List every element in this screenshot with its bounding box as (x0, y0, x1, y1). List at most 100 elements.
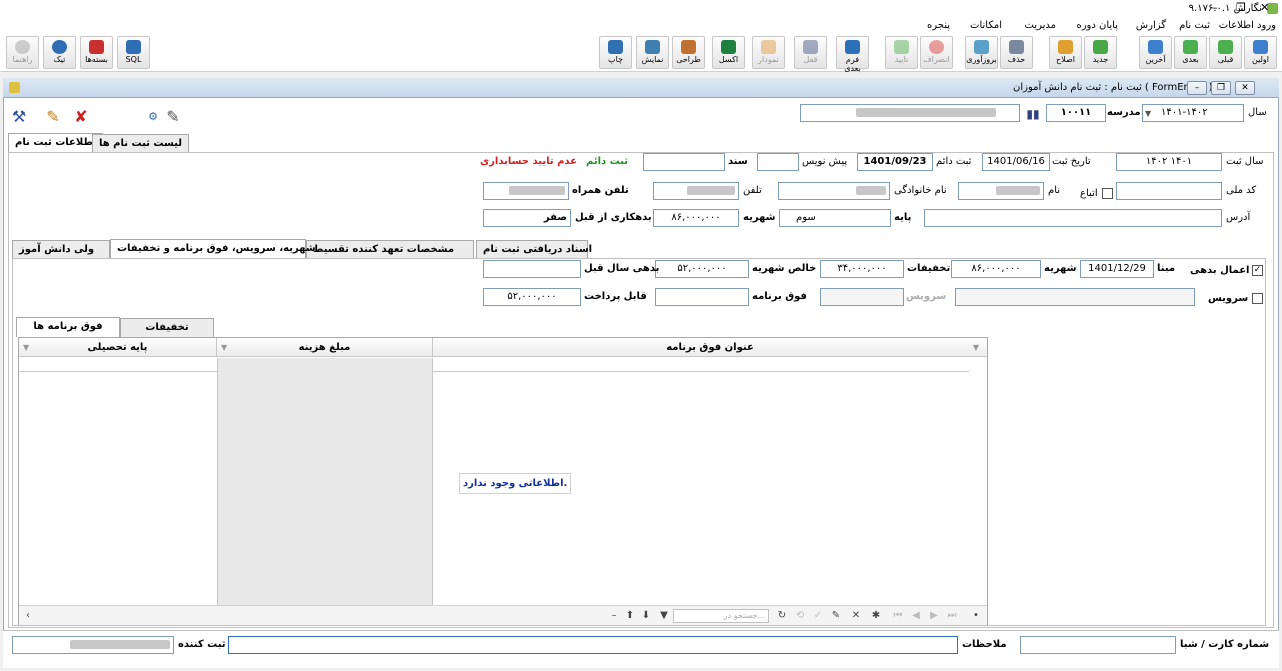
form-close-button[interactable]: ✕ (1235, 81, 1255, 95)
paint-brush-icon[interactable]: ✎ (162, 106, 184, 128)
edit-record-icon[interactable]: ✎ (42, 106, 64, 128)
tab-discounts[interactable]: تخفیفات (120, 318, 214, 337)
extra-field[interactable] (655, 288, 749, 306)
apply-debt-checkbox[interactable]: ✓ (1252, 265, 1263, 276)
first-name-field[interactable] (958, 182, 1044, 200)
menu-tools[interactable]: امکانات (970, 19, 1002, 33)
edit-button[interactable]: اصلاح (1049, 36, 1082, 69)
last-record-button[interactable]: آخرین (1139, 36, 1172, 69)
grid-col-grade[interactable]: ▼ پایه تحصیلی (19, 338, 217, 357)
menu-end-term[interactable]: پایان دوره (1076, 19, 1118, 33)
reg-date-field[interactable]: 1401/06/16 (982, 153, 1050, 171)
nav-next-icon[interactable]: ▶ (927, 609, 941, 623)
year-select[interactable]: ۱۴۰۱-۱۴۰۲ ▼ (1142, 104, 1244, 122)
print-button[interactable]: چاپ (599, 36, 632, 69)
tuition-field[interactable]: ۸۶,۰۰۰,۰۰۰ (653, 209, 739, 227)
service-select[interactable] (955, 288, 1195, 306)
confirm-button[interactable]: تایید (885, 36, 918, 69)
form-restore-button[interactable]: ❐ (1211, 81, 1231, 95)
nav-down-icon[interactable]: ⬇ (639, 609, 653, 623)
nav-collapse-icon[interactable]: – (607, 609, 621, 623)
tab-received-docs[interactable]: اسناد دریافتی ثبت نام (476, 240, 592, 259)
reg-year-field[interactable]: ۱۴۰۲ ۱۴۰۱ (1116, 153, 1222, 171)
delete-button[interactable]: حذف (1000, 36, 1033, 69)
menu-report[interactable]: گزارش (1136, 19, 1166, 33)
restore-button[interactable]: ❐ (1236, 1, 1246, 14)
nav-cancel-icon[interactable]: ✕ (849, 609, 863, 623)
view-button[interactable]: نمایش (636, 36, 669, 69)
nav-check-icon[interactable]: ✓ (811, 609, 825, 623)
nav-up-icon[interactable]: ⬆ (623, 609, 637, 623)
help-button[interactable]: راهنما (6, 36, 39, 69)
close-button[interactable]: ✕ (1260, 1, 1269, 14)
form-minimize-button[interactable]: – (1187, 81, 1207, 95)
cancel-button[interactable]: انصراف (920, 36, 953, 69)
family-name-field[interactable] (778, 182, 890, 200)
scroll-left-icon[interactable]: ‹ (21, 609, 35, 623)
support-button[interactable]: تیک (43, 36, 76, 69)
chart-button[interactable]: نمودار (752, 36, 785, 69)
tab-parent[interactable]: ولی دانش آموز (12, 240, 110, 259)
doc-field[interactable] (643, 153, 725, 171)
gift-button[interactable]: بسته‌ها (80, 36, 113, 69)
nav-undo-icon[interactable]: ⟲ (793, 609, 807, 623)
nationality-checkbox[interactable] (1102, 188, 1113, 199)
address-field[interactable] (924, 209, 1222, 227)
service-amount-field (820, 288, 904, 306)
grid-col-title[interactable]: ▼ عنوان فوق برنامه (433, 338, 987, 357)
excel-button[interactable]: اکسل (712, 36, 745, 69)
minimize-button[interactable]: – (1212, 1, 1218, 14)
design-button[interactable]: طراحی (672, 36, 705, 69)
service-checkbox[interactable] (1252, 293, 1263, 304)
tab-guarantor[interactable]: مشخصات تعهد کننده تقسیط (306, 240, 474, 259)
next-form-button[interactable]: فرم بعدی (836, 36, 869, 73)
national-code-field[interactable] (1116, 182, 1222, 200)
nav-edit-icon[interactable]: ✎ (829, 609, 843, 623)
tools-icon[interactable]: ⚒ (8, 106, 30, 128)
tab-extras[interactable]: فوق برنامه ها (16, 317, 120, 337)
settings-small-icon[interactable]: ⚙ (142, 106, 164, 128)
draft-field[interactable] (757, 153, 799, 171)
tuition2-field[interactable]: ۸۶,۰۰۰,۰۰۰ (951, 260, 1041, 278)
mobile-field[interactable] (483, 182, 569, 200)
menu-data-entry[interactable]: ورود اطلاعات (1219, 19, 1276, 33)
school-code-field[interactable]: ۱۰۰۱۱ (1046, 104, 1106, 122)
new-button[interactable]: جدید (1084, 36, 1117, 69)
grid-filter-row[interactable] (19, 358, 969, 372)
tab-enroll-list[interactable]: لیست ثبت نام ها (92, 134, 189, 153)
base-date-field[interactable]: 1401/12/29 (1080, 260, 1154, 278)
phone-field[interactable] (653, 182, 739, 200)
nav-prev-icon[interactable]: ◀ (909, 609, 923, 623)
discount-field[interactable]: ۳۴,۰۰۰,۰۰۰ (820, 260, 904, 278)
last-year-debt-field[interactable] (483, 260, 581, 278)
nav-dot-icon[interactable]: • (969, 609, 983, 623)
menu-enroll[interactable]: ثبت نام (1179, 19, 1210, 33)
reload-icon[interactable]: ↻ (775, 609, 789, 623)
perm-date-field[interactable]: 1401/09/23 (857, 153, 933, 171)
net-tuition-field[interactable]: ۵۲,۰۰۰,۰۰۰ (655, 260, 749, 278)
refresh-button[interactable]: بروزآوری (965, 36, 998, 69)
filter-icon[interactable]: ▼ (657, 609, 671, 623)
delete-record-icon[interactable]: ✘ (70, 106, 92, 128)
nav-first-icon[interactable]: ⏮ (891, 609, 905, 623)
next-record-button[interactable]: بعدی (1174, 36, 1207, 69)
grid-search-input[interactable]: جستجو در... (673, 609, 769, 623)
nav-last-icon[interactable]: ⏭ (945, 609, 959, 623)
sql-button[interactable]: SQL (117, 36, 150, 69)
prev-record-button[interactable]: قبلی (1209, 36, 1242, 69)
binoculars-icon[interactable]: ▮▮ (1022, 103, 1044, 125)
prev-credit-field[interactable]: صفر (483, 209, 571, 227)
lock-button[interactable]: قفل (794, 36, 827, 69)
status-perm: ثبت دائم (586, 156, 629, 167)
first-record-button[interactable]: اولین (1244, 36, 1277, 69)
nav-insert-icon[interactable]: ✱ (869, 609, 883, 623)
notes-field[interactable] (228, 636, 958, 654)
grid-col-amount[interactable]: ▼ مبلغ هزینه (217, 338, 433, 357)
payable-field[interactable]: ۵۲,۰۰۰,۰۰۰ (483, 288, 581, 306)
menu-window[interactable]: پنجره (927, 19, 950, 33)
tab-tuition-service[interactable]: شهریه، سرویس، فوق برنامه و تخفیفات (110, 239, 316, 259)
grade-select[interactable]: سوم (779, 209, 891, 227)
menu-management[interactable]: مدیریت (1024, 19, 1056, 33)
tab-enroll-info[interactable]: اطلاعات ثبت نام (8, 133, 104, 153)
card-number-field[interactable] (1020, 636, 1176, 654)
